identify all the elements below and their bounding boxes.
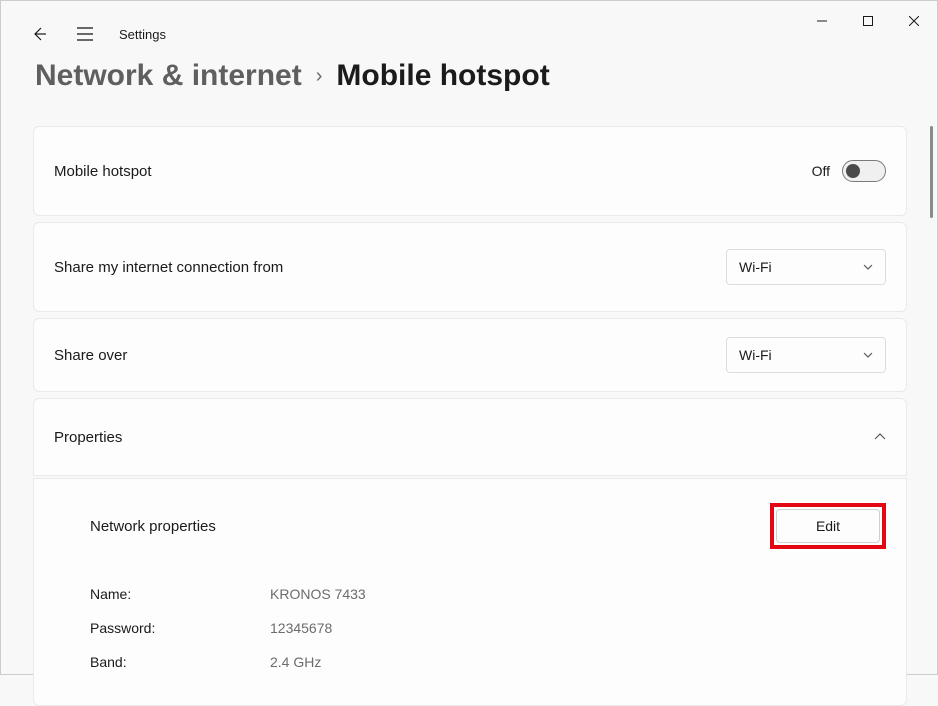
toggle-knob-icon	[846, 164, 860, 178]
minimize-icon	[817, 16, 827, 26]
property-name-value: KRONOS 7433	[270, 586, 366, 602]
property-password-value: 12345678	[270, 620, 332, 636]
share-from-selected: Wi-Fi	[739, 259, 772, 275]
share-over-label: Share over	[54, 347, 127, 364]
chevron-down-icon	[863, 262, 873, 273]
nav-menu-button[interactable]	[67, 16, 103, 52]
property-band-row: Band: 2.4 GHz	[90, 645, 886, 679]
card-share-over: Share over Wi-Fi	[33, 318, 907, 392]
hotspot-toggle-state: Off	[812, 163, 830, 179]
property-band-label: Band:	[90, 654, 270, 670]
window-controls	[799, 1, 937, 41]
edit-button[interactable]: Edit	[776, 509, 880, 543]
network-properties-list: Name: KRONOS 7433 Password: 12345678 Ban…	[90, 577, 886, 679]
app-title: Settings	[119, 27, 166, 42]
property-password-row: Password: 12345678	[90, 611, 886, 645]
property-name-label: Name:	[90, 586, 270, 602]
properties-body: Network properties Edit Name: KRONOS 743…	[33, 478, 907, 706]
page-title: Mobile hotspot	[336, 59, 549, 93]
settings-content: Mobile hotspot Off Share my internet con…	[33, 126, 907, 674]
properties-label: Properties	[54, 429, 122, 446]
back-arrow-icon	[31, 26, 47, 42]
breadcrumb-parent[interactable]: Network & internet	[35, 59, 302, 93]
top-nav: Settings	[21, 16, 166, 52]
breadcrumb: Network & internet › Mobile hotspot	[35, 59, 550, 93]
chevron-right-icon: ›	[316, 65, 323, 88]
chevron-down-icon	[863, 350, 873, 361]
card-mobile-hotspot: Mobile hotspot Off	[33, 126, 907, 216]
chevron-up-icon	[874, 428, 886, 446]
maximize-button[interactable]	[845, 5, 891, 37]
share-over-selected: Wi-Fi	[739, 347, 772, 363]
network-properties-row: Network properties Edit	[90, 503, 886, 549]
scrollbar[interactable]	[930, 126, 933, 218]
properties-expander[interactable]: Properties	[33, 398, 907, 476]
edit-highlight: Edit	[770, 503, 886, 549]
minimize-button[interactable]	[799, 5, 845, 37]
share-from-dropdown[interactable]: Wi-Fi	[726, 249, 886, 285]
network-properties-label: Network properties	[90, 518, 216, 535]
mobile-hotspot-label: Mobile hotspot	[54, 163, 152, 180]
share-over-dropdown[interactable]: Wi-Fi	[726, 337, 886, 373]
maximize-icon	[863, 16, 873, 26]
property-name-row: Name: KRONOS 7433	[90, 577, 886, 611]
hamburger-icon	[77, 27, 93, 41]
property-band-value: 2.4 GHz	[270, 654, 321, 670]
hotspot-toggle-wrap: Off	[812, 160, 886, 182]
close-icon	[909, 16, 919, 26]
card-share-from: Share my internet connection from Wi-Fi	[33, 222, 907, 312]
hotspot-toggle[interactable]	[842, 160, 886, 182]
share-from-label: Share my internet connection from	[54, 259, 283, 276]
property-password-label: Password:	[90, 620, 270, 636]
back-button[interactable]	[21, 16, 57, 52]
close-button[interactable]	[891, 5, 937, 37]
